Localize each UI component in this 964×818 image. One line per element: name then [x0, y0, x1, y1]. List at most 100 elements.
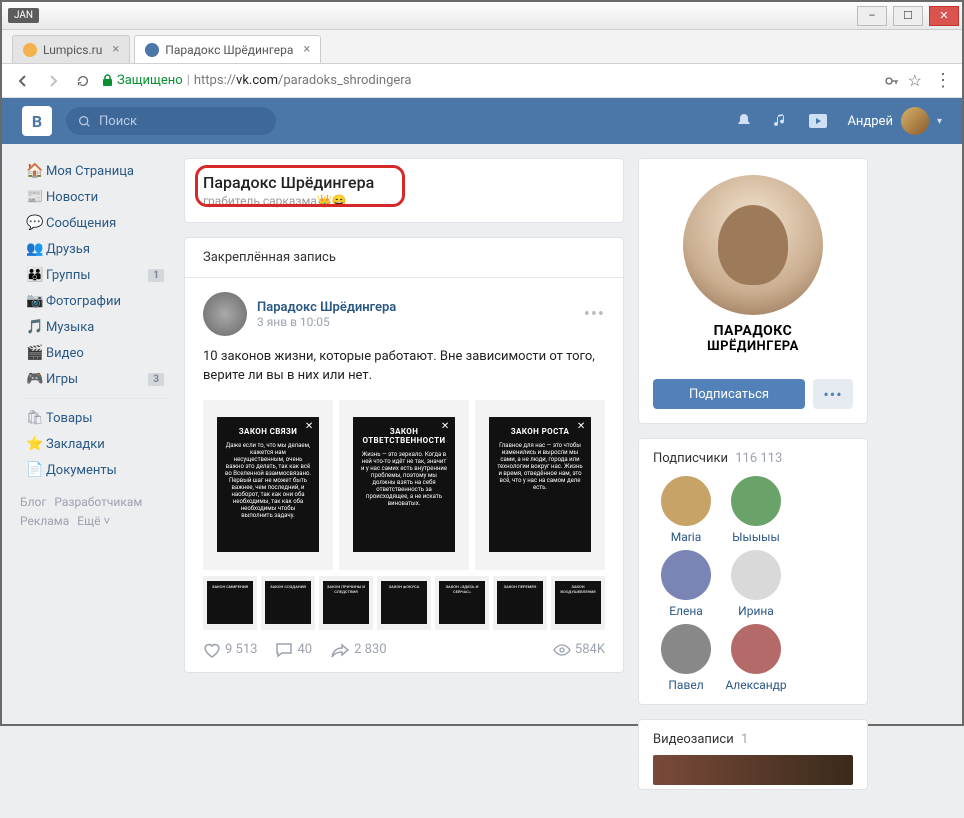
close-icon[interactable]: ×: [112, 42, 119, 57]
subscribers-heading[interactable]: Подписчики 116 113: [653, 451, 853, 466]
sidebar-item[interactable]: 🎬Видео: [20, 340, 170, 366]
group-title: Парадокс Шрёдингера: [203, 173, 605, 192]
sidebar-item[interactable]: 🎮Игры3: [20, 366, 170, 392]
post-date: 3 янв в 10:05: [257, 315, 396, 329]
post-gallery-thumbs: ЗАКОН СМИРЕНИЯЗАКОН СОЗДАНИЯЗАКОН ПРИЧИН…: [203, 576, 605, 630]
nav-icon: 🎮: [26, 371, 46, 387]
sidebar-item[interactable]: 🛍Товары: [20, 405, 170, 431]
subscriber-item[interactable]: Maria: [653, 476, 719, 544]
pinned-label: Закреплённая запись: [185, 238, 623, 277]
vk-header: B Поиск Андрей ▾: [2, 98, 962, 144]
nav-reload-button[interactable]: [72, 70, 94, 92]
notifications-icon[interactable]: [735, 112, 753, 130]
username: Андрей: [847, 114, 893, 129]
browser-tab-lumpics[interactable]: Lumpics.ru ×: [12, 35, 130, 63]
sidebar-item[interactable]: 🎵Музыка: [20, 314, 170, 340]
share-button[interactable]: 2 830: [330, 642, 386, 658]
footer-link[interactable]: Ещё ˅: [77, 514, 110, 528]
nav-icon: 📄: [26, 462, 46, 478]
sidebar-item[interactable]: 💬Сообщения: [20, 210, 170, 236]
gallery-thumb[interactable]: ЗАКОН ФОКУСА: [377, 576, 431, 630]
gallery-image[interactable]: ✕ЗАКОН РОСТАГлавное для нас — это чтобы …: [475, 400, 605, 570]
center-column: Парадокс Шрёдингера грабитель сарказма👑😄…: [184, 158, 624, 804]
subscriber-name: Александр: [723, 678, 789, 692]
window-minimize-button[interactable]: –: [857, 6, 887, 26]
browser-address-row: Защищено | https://vk.com/paradoks_shrod…: [2, 64, 962, 98]
nav-icon: 📷: [26, 293, 46, 309]
footer-link[interactable]: Блог: [20, 495, 46, 509]
comment-button[interactable]: 40: [275, 642, 312, 658]
jan-badge: JAN: [8, 8, 39, 23]
nav-label: Закладки: [46, 437, 105, 452]
pinned-post-card: Закреплённая запись Парадокс Шрёдингера …: [184, 237, 624, 673]
nav-back-button[interactable]: [12, 70, 34, 92]
group-logo-text-1: ПАРАДОКС: [707, 323, 799, 339]
sidebar-item[interactable]: 📷Фотографии: [20, 288, 170, 314]
nav-label: Игры: [46, 372, 78, 387]
browser-menu-button[interactable]: ⋮: [934, 70, 952, 91]
nav-label: Документы: [46, 463, 117, 478]
browser-tab-vk[interactable]: Парадокс Шрёдингера ×: [134, 35, 321, 63]
right-column: ПАРАДОКС ШРЁДИНГЕРА Подписаться ••• Подп…: [638, 158, 868, 804]
gallery-image[interactable]: ✕ЗАКОН СВЯЗИДаже если то, что мы делаем,…: [203, 400, 333, 570]
nav-label: Друзья: [46, 242, 90, 257]
key-icon[interactable]: [884, 73, 900, 89]
gallery-thumb[interactable]: ЗАКОН СМИРЕНИЯ: [203, 576, 257, 630]
subscriber-item[interactable]: Елена: [653, 550, 719, 618]
sidebar-item[interactable]: 📰Новости: [20, 184, 170, 210]
music-icon[interactable]: [773, 112, 789, 130]
play-icon[interactable]: [809, 114, 827, 128]
close-icon[interactable]: ×: [303, 42, 310, 57]
video-thumbnail[interactable]: [653, 755, 853, 785]
nav-forward-button[interactable]: [42, 70, 64, 92]
nav-icon: 🎬: [26, 345, 46, 361]
address-bar[interactable]: Защищено | https://vk.com/paradoks_shrod…: [102, 73, 876, 88]
nav-label: Видео: [46, 346, 84, 361]
footer-link[interactable]: Разработчикам: [54, 495, 142, 509]
gallery-thumb[interactable]: ЗАКОН ПРИЧИНЫ И СЛЕДСТВИЯ: [319, 576, 373, 630]
subscriber-item[interactable]: Павел: [653, 624, 719, 692]
vk-logo[interactable]: B: [22, 106, 52, 136]
nav-icon: 🎵: [26, 319, 46, 335]
avatar: [661, 476, 711, 526]
sidebar-item[interactable]: 👥Друзья: [20, 236, 170, 262]
sidebar-item[interactable]: 🏠Моя Страница: [20, 158, 170, 184]
gallery-thumb[interactable]: ЗАКОН ПЕРЕМЕН: [493, 576, 547, 630]
post-author-link[interactable]: Парадокс Шрёдингера: [257, 300, 396, 315]
sidebar-item[interactable]: 📄Документы: [20, 457, 170, 483]
gallery-image[interactable]: ✕ЗАКОН ОТВЕТСТВЕННОСТИЖизнь — это зеркал…: [339, 400, 469, 570]
post-text: 10 законов жизни, которые работают. Вне …: [203, 348, 605, 386]
group-image[interactable]: ПАРАДОКС ШРЁДИНГЕРА: [639, 159, 867, 369]
avatar: [661, 550, 711, 600]
nav-badge: 1: [148, 269, 164, 282]
browser-tabstrip: Lumpics.ru × Парадокс Шрёдингера ×: [2, 30, 962, 64]
subscribe-button[interactable]: Подписаться: [653, 379, 805, 409]
search-input[interactable]: Поиск: [66, 107, 276, 135]
window-close-button[interactable]: ✕: [929, 6, 959, 26]
nav-label: Группы: [46, 268, 90, 283]
avatar: [731, 476, 781, 526]
gallery-thumb[interactable]: ЗАКОН СОЗДАНИЯ: [261, 576, 315, 630]
subscriber-item[interactable]: Ирина: [723, 550, 789, 618]
nav-icon: 🛍: [26, 410, 46, 426]
footer-link[interactable]: Реклама: [20, 514, 69, 528]
gallery-thumb[interactable]: ЗАКОН «ЗДЕСЬ И СЕЙЧАС»: [435, 576, 489, 630]
avatar: [731, 550, 781, 600]
bookmark-star-icon[interactable]: ☆: [908, 71, 922, 90]
post-menu-button[interactable]: •••: [584, 304, 605, 325]
gallery-thumb[interactable]: ЗАКОН ВООДУШЕВЛЕНИЯ: [551, 576, 605, 630]
window-maximize-button[interactable]: ☐: [893, 6, 923, 26]
subscriber-item[interactable]: Александр: [723, 624, 789, 692]
user-menu[interactable]: Андрей ▾: [847, 107, 942, 135]
sidebar-item[interactable]: ⭐Закладки: [20, 431, 170, 457]
subscriber-item[interactable]: Ыыыыы: [723, 476, 789, 544]
subscriber-name: Ирина: [723, 604, 789, 618]
post-views: 584K: [553, 642, 605, 657]
more-actions-button[interactable]: •••: [813, 379, 853, 409]
nav-label: Сообщения: [46, 216, 116, 231]
sidebar-item[interactable]: 👪Группы1: [20, 262, 170, 288]
like-button[interactable]: 9 513: [203, 642, 257, 658]
post-avatar[interactable]: [203, 292, 247, 336]
chevron-down-icon: ▾: [937, 116, 942, 127]
videos-heading[interactable]: Видеозаписи 1: [653, 732, 853, 747]
